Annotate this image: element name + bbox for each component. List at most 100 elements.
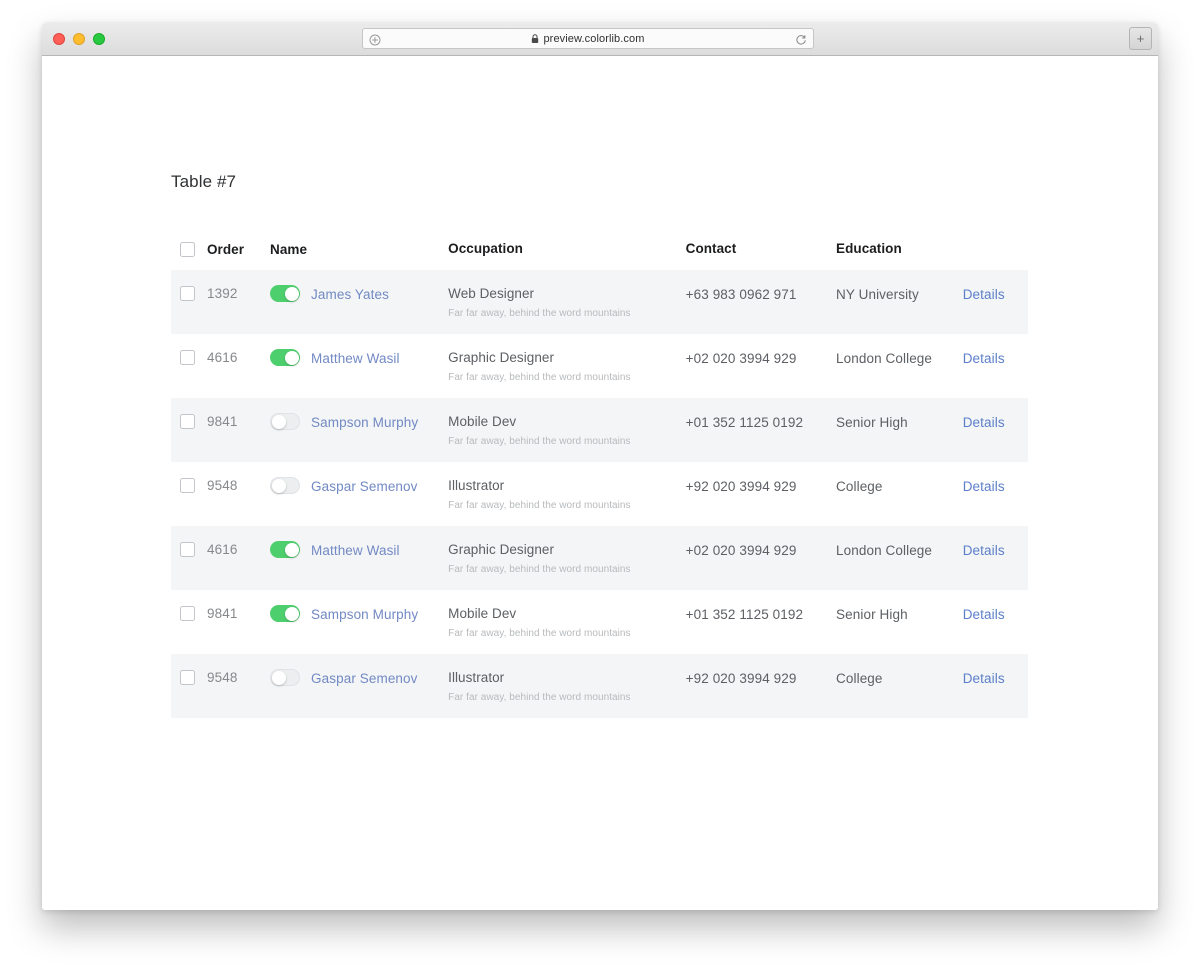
education-text: London College	[836, 542, 963, 559]
toggle-knob	[285, 351, 299, 365]
education-text: College	[836, 478, 963, 495]
details-link[interactable]: Details	[963, 286, 1005, 303]
table-row[interactable]: 9548 Gaspar Semenov IllustratorFar far awa…	[171, 654, 1028, 718]
table-row[interactable]: 4616Matthew WasilGraphic DesignerFar far…	[171, 526, 1028, 590]
cell-education: Senior High	[836, 606, 963, 623]
page-viewport: Table #7 Order Name Occupation Contact E…	[42, 56, 1158, 910]
cell-contact: +01 352 1125 0192	[686, 606, 836, 623]
education-text: Senior High	[836, 606, 963, 623]
status-toggle[interactable]	[270, 477, 300, 494]
contact-phone: +01 352 1125 0192	[686, 414, 836, 431]
maximize-window-button[interactable]	[93, 33, 105, 45]
occupation-title: Illustrator	[448, 478, 685, 494]
details-link[interactable]: Details	[963, 350, 1005, 367]
select-all-checkbox[interactable]	[180, 242, 195, 257]
cell-name: Gaspar Semenov	[270, 670, 448, 686]
column-header-order: Order	[180, 242, 270, 257]
order-number: 9548	[207, 478, 237, 493]
person-name-link[interactable]: Sampson Murphy	[311, 607, 418, 622]
column-header-education: Education	[836, 240, 963, 258]
occupation-subtitle: Far far away, behind the word mountains	[448, 564, 685, 576]
row-select-checkbox[interactable]	[180, 286, 195, 301]
cell-education: London College	[836, 542, 963, 559]
cell-occupation: Mobile DevFar far away, behind the word …	[448, 414, 685, 448]
cell-name: Matthew Wasil	[270, 542, 448, 558]
status-toggle[interactable]	[270, 413, 300, 430]
cell-contact: +63 983 0962 971	[686, 286, 836, 303]
details-link[interactable]: Details	[963, 478, 1005, 495]
cell-details: Details	[963, 414, 1028, 432]
details-link[interactable]: Details	[963, 542, 1005, 559]
person-name-link[interactable]: James Yates	[311, 287, 389, 302]
lock-icon	[531, 34, 539, 44]
cell-contact: +02 020 3994 929	[686, 542, 836, 559]
contact-phone: +02 020 3994 929	[686, 350, 836, 367]
close-window-button[interactable]	[53, 33, 65, 45]
cell-contact: +02 020 3994 929	[686, 350, 836, 367]
person-name-link[interactable]: Matthew Wasil	[311, 351, 400, 366]
row-select-checkbox[interactable]	[180, 350, 195, 365]
cell-occupation: Graphic Designer Far far away, behind the…	[448, 350, 685, 384]
reload-icon[interactable]	[795, 33, 807, 45]
occupation-subtitle: Far far away, behind the word mountains	[448, 500, 685, 512]
person-name-link[interactable]: Gaspar Semenov	[311, 479, 417, 494]
person-name-link[interactable]: Matthew Wasil	[311, 543, 400, 558]
row-select-checkbox[interactable]	[180, 414, 195, 429]
order-number: 9841	[207, 606, 237, 621]
cell-details: Details	[963, 350, 1028, 368]
cell-education: College	[836, 478, 963, 495]
cell-name: James Yates	[270, 286, 448, 302]
cell-order: 9548	[180, 670, 270, 685]
status-toggle[interactable]	[270, 605, 300, 622]
status-toggle[interactable]	[270, 349, 300, 366]
row-select-checkbox[interactable]	[180, 670, 195, 685]
address-bar[interactable]: preview.colorlib.com	[362, 28, 814, 49]
table-row[interactable]: 4616 Matthew Wasil Graphic Designer Far far…	[171, 334, 1028, 398]
table-row[interactable]: 1392James YatesWeb DesignerFar far away,…	[171, 270, 1028, 334]
person-name-link[interactable]: Sampson Murphy	[311, 415, 418, 430]
window-controls	[53, 33, 105, 45]
minimize-window-button[interactable]	[73, 33, 85, 45]
cell-education: London College	[836, 350, 963, 367]
occupation-subtitle: Far far away, behind the word mountains	[448, 436, 685, 448]
order-number: 4616	[207, 350, 237, 365]
status-toggle[interactable]	[270, 669, 300, 686]
cell-order: 9841	[180, 606, 270, 621]
new-tab-label: +	[1137, 32, 1145, 45]
row-select-checkbox[interactable]	[180, 606, 195, 621]
person-name-link[interactable]: Gaspar Semenov	[311, 671, 417, 686]
cell-occupation: IllustratorFar far away, behind the word…	[448, 670, 685, 704]
cell-occupation: Graphic DesignerFar far away, behind the…	[448, 542, 685, 576]
status-toggle[interactable]	[270, 285, 300, 302]
cell-name: Matthew Wasil	[270, 350, 448, 366]
occupation-subtitle: Far far away, behind the word mountains	[448, 628, 685, 640]
row-select-checkbox[interactable]	[180, 478, 195, 493]
table-row[interactable]: 9548 Gaspar Semenov Illustrator Far far awa…	[171, 462, 1028, 526]
table-row[interactable]: 9841Sampson MurphyMobile DevFar far away…	[171, 398, 1028, 462]
cell-details: Details	[963, 286, 1028, 304]
occupation-title: Graphic Designer	[448, 350, 685, 366]
column-header-contact: Contact	[686, 240, 836, 258]
occupation-title: Mobile Dev	[448, 606, 685, 622]
toggle-knob	[272, 479, 286, 493]
cell-order: 1392	[180, 286, 270, 301]
row-select-checkbox[interactable]	[180, 542, 195, 557]
details-link[interactable]: Details	[963, 670, 1005, 687]
new-tab-button[interactable]: +	[1129, 27, 1152, 50]
page-settings-icon[interactable]	[369, 33, 381, 45]
order-number: 1392	[207, 286, 237, 301]
toggle-knob	[285, 607, 299, 621]
status-toggle[interactable]	[270, 541, 300, 558]
details-link[interactable]: Details	[963, 606, 1005, 623]
details-link[interactable]: Details	[963, 414, 1005, 431]
cell-contact: +92 020 3994 929	[686, 478, 836, 495]
cell-name: Sampson Murphy	[270, 606, 448, 622]
table-row[interactable]: 9841 Sampson Murphy Mobile Dev Far far away…	[171, 590, 1028, 654]
occupation-subtitle: Far far away, behind the word mountains	[448, 372, 685, 384]
education-text: College	[836, 670, 963, 687]
cell-details: Details	[963, 478, 1028, 496]
column-header-contact-label: Contact	[686, 241, 737, 256]
cell-education: College	[836, 670, 963, 687]
data-table: Order Name Occupation Contact Education …	[171, 228, 1028, 718]
cell-order: 4616	[180, 350, 270, 365]
